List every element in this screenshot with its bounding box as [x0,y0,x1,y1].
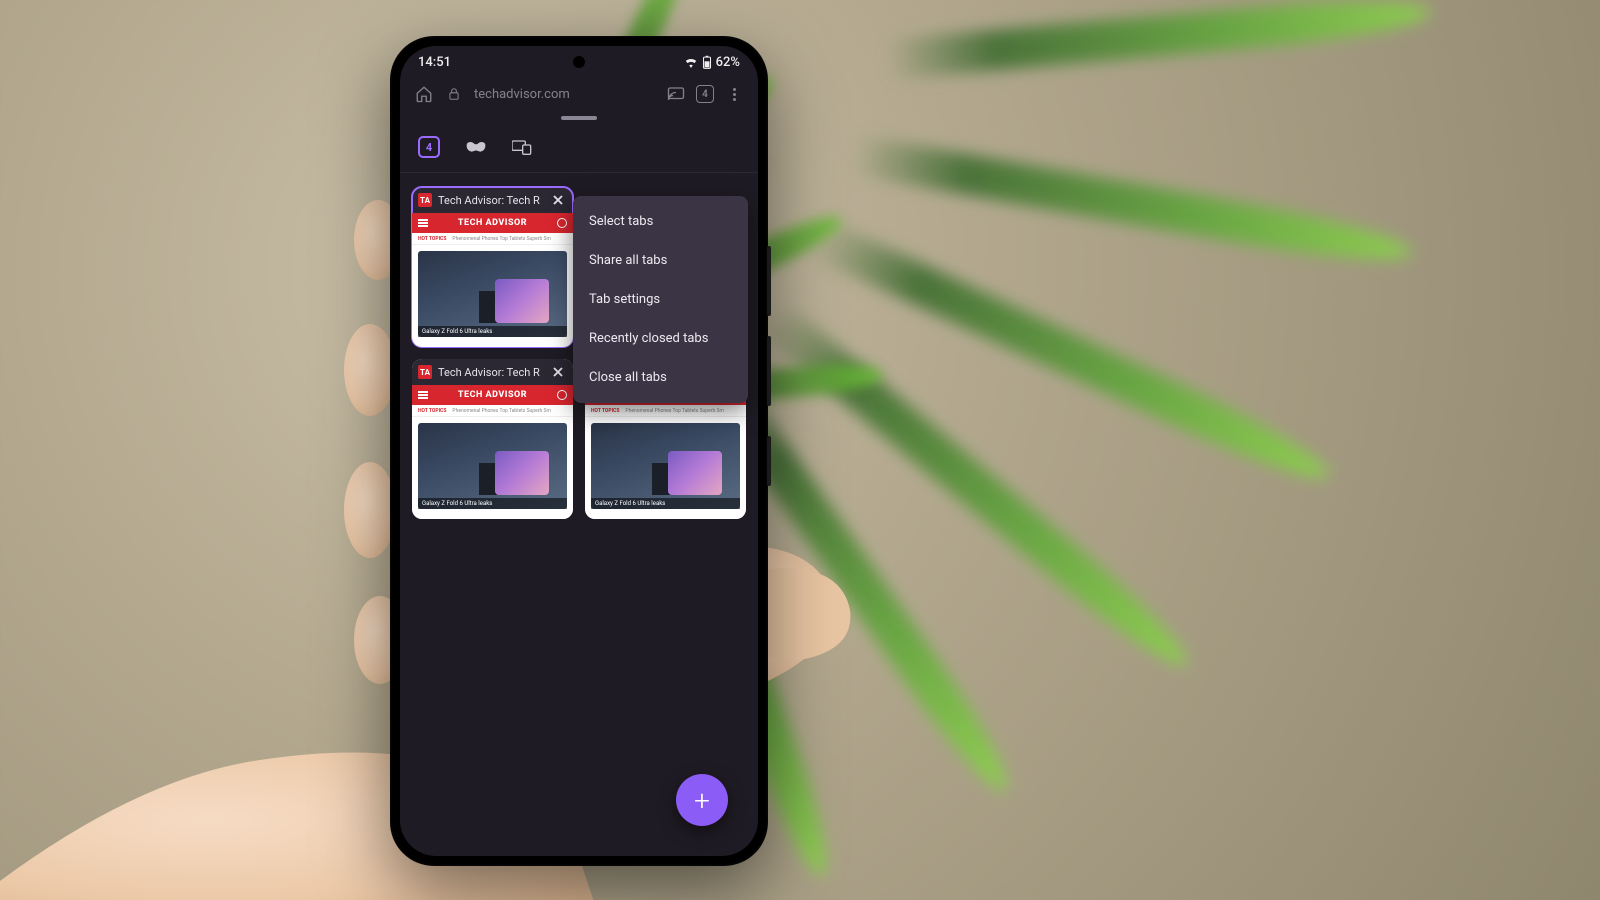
close-tab-icon[interactable] [549,191,567,209]
tab-count-indicator-top[interactable]: 4 [696,85,714,103]
thumb-topics: HOT TOPICSPhenomenal Phones Top Tablets … [412,405,573,417]
close-tab-icon[interactable] [549,363,567,381]
tab-card-title: Tech Advisor: Tech R [438,194,543,207]
synced-tabs-icon[interactable] [512,137,532,157]
thumb-topics: HOT TOPICSPhenomenal Phones Top Tablets … [585,405,746,417]
camera-hole [573,56,585,68]
menu-item-select-tabs[interactable]: Select tabs [573,202,748,241]
tabs-toolbar: 4 [400,126,758,173]
tab-options-menu: Select tabs Share all tabs Tab settings … [573,196,748,403]
favicon-icon: TA [418,365,432,379]
battery-icon [702,55,712,69]
thumb-hero-image: Galaxy Z Fold 6 Ultra leaks [418,423,567,509]
tab-card-header: TA Tech Advisor: Tech R [412,359,573,385]
address-toolbar: techadvisor.com 4 [400,78,758,114]
status-battery: 62% [716,55,740,70]
open-tabs-button[interactable]: 4 [418,136,440,158]
plus-icon: + [694,784,710,817]
tab-card-header: TA Tech Advisor: Tech R [412,187,573,213]
wifi-icon [684,56,698,68]
thumb-brand: TECH ADVISOR [412,213,573,233]
menu-item-share-all-tabs[interactable]: Share all tabs [573,241,748,280]
menu-item-close-all-tabs[interactable]: Close all tabs [573,358,748,397]
thumb-topics: HOT TOPICSPhenomenal Phones Top Tablets … [412,233,573,245]
tab-thumbnail: TECH ADVISOR HOT TOPICSPhenomenal Phones… [585,385,746,519]
url-text[interactable]: techadvisor.com [474,87,570,102]
more-menu-icon[interactable] [724,84,744,104]
phone-screen: 14:51 62% techadvisor.com 4 [400,46,758,856]
tab-card[interactable]: TA Tech Advisor: Tech R TECH ADVISOR HOT… [412,359,573,519]
phone-volume-down [767,336,771,406]
thumb-hero-image: Galaxy Z Fold 6 Ultra leaks [418,251,567,337]
phone-frame: 14:51 62% techadvisor.com 4 [390,36,768,866]
tab-thumbnail: TECH ADVISOR HOT TOPICSPhenomenal Phones… [412,213,573,347]
phone-power-button [767,436,771,486]
thumb-brand: TECH ADVISOR [412,385,573,405]
thumb-hero-image: Galaxy Z Fold 6 Ultra leaks [591,423,740,509]
tab-thumbnail: TECH ADVISOR HOT TOPICSPhenomenal Phones… [412,385,573,519]
private-tabs-icon[interactable] [466,137,486,157]
tab-card-title: Tech Advisor: Tech R [438,366,543,379]
status-time: 14:51 [418,55,451,70]
favicon-icon: TA [418,193,432,207]
new-tab-fab[interactable]: + [676,774,728,826]
tab-card[interactable]: TA Tech Advisor: Tech R TECH ADVISOR HOT… [412,187,573,347]
phone-volume-up [767,246,771,316]
home-icon[interactable] [414,84,434,104]
menu-item-tab-settings[interactable]: Tab settings [573,280,748,319]
menu-item-recently-closed-tabs[interactable]: Recently closed tabs [573,319,748,358]
cast-icon[interactable] [666,84,686,104]
lock-icon [444,84,464,104]
sheet-drag-handle[interactable] [561,116,597,120]
